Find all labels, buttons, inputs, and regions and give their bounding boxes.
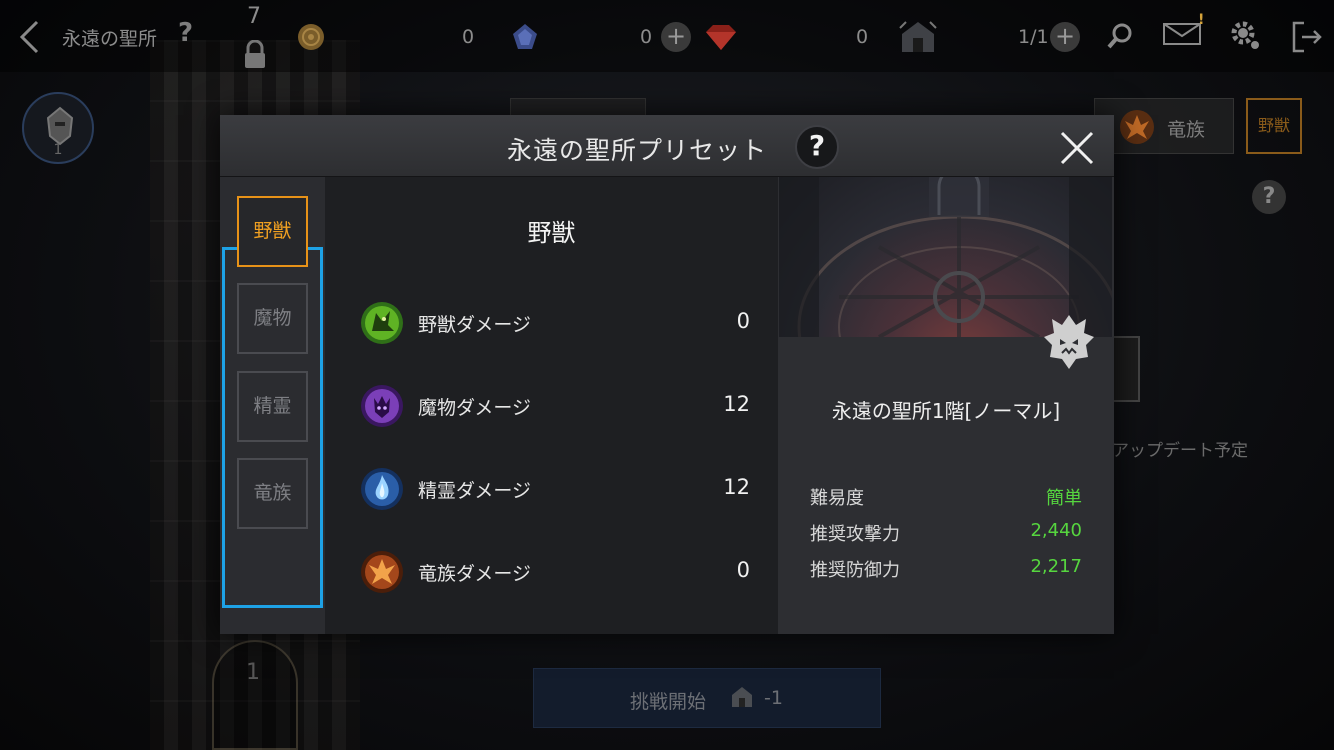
stat-name: 竜族ダメージ [418, 563, 532, 585]
bg-beast-button[interactable]: 野獣 [1246, 98, 1302, 154]
bg-tab-dragon-label: 竜族 [1167, 119, 1206, 141]
tab-spirit[interactable]: 精霊 [237, 371, 308, 442]
start-challenge-button[interactable]: 挑戦開始 -1 [533, 668, 881, 728]
tab-beast[interactable]: 野獣 [237, 196, 308, 267]
gold-value: 0 [462, 26, 475, 48]
info-value: 簡単 [1046, 488, 1082, 509]
modal-header: 永遠の聖所プリセット ? [220, 115, 1114, 177]
stat-row: 野獣ダメージ 0 [360, 299, 750, 347]
page-title: 永遠の聖所 [62, 28, 158, 50]
tower-floor-arch [212, 640, 298, 750]
sanctuary-ticket-icon [899, 21, 937, 52]
sanctuary-ticket-icon [732, 687, 752, 707]
screen: 1 1 竜族 野獣 ? アップデート予定 挑戦開始 -1 永遠の聖所 ? 7 0… [0, 0, 1334, 750]
red-gem-icon [706, 25, 736, 50]
damage-panel: 野獣 野獣ダメージ 0 魔物ダメージ 12 精霊ダメージ 12 竜族ダメージ 0 [325, 177, 778, 634]
preset-modal: 永遠の聖所プリセット ? 野獣 魔物 精霊 竜族 野獣 野獣ダメージ 0 魔物ダ… [220, 115, 1114, 634]
exit-icon[interactable] [1290, 20, 1324, 54]
modal-help-button[interactable]: ? [795, 125, 839, 169]
stat-value: 0 [736, 558, 750, 582]
stat-row: 精霊ダメージ 12 [360, 465, 750, 513]
modal-title: 永遠の聖所プリセット [506, 136, 767, 165]
info-value: 2,440 [1030, 520, 1082, 541]
spirit-icon [361, 468, 403, 510]
red-gem-value: 0 [856, 26, 869, 48]
avatar-level: 1 [53, 142, 63, 158]
stage-info-row: 推奨攻撃力 2,440 [810, 520, 1082, 548]
stat-row: 魔物ダメージ 12 [360, 382, 750, 430]
search-icon[interactable] [1106, 22, 1134, 50]
title-help-icon[interactable]: ? [178, 18, 193, 48]
stat-value: 12 [723, 475, 750, 499]
start-cost: -1 [764, 687, 783, 709]
dragon-icon [1120, 110, 1154, 144]
stat-name: 精霊ダメージ [418, 480, 532, 502]
monster-icon [361, 385, 403, 427]
info-label: 推奨攻撃力 [810, 524, 900, 545]
mail-icon[interactable]: ! [1162, 12, 1206, 46]
add-blue-gem-button[interactable]: + [661, 22, 691, 52]
add-ticket-button[interactable]: + [1050, 22, 1080, 52]
info-value: 2,217 [1030, 556, 1082, 577]
stat-value: 0 [736, 309, 750, 333]
boss-crest-icon [1044, 315, 1094, 369]
tower-floor-number: 1 [246, 660, 260, 685]
stage-panel: 永遠の聖所1階[ノーマル] 難易度 簡単 推奨攻撃力 2,440 推奨防御力 2… [778, 177, 1114, 634]
back-arrow-icon[interactable] [18, 20, 40, 54]
top-bar: 永遠の聖所 ? 7 0 0 + 0 1/1 + ! [0, 0, 1334, 72]
lock-icon [245, 40, 265, 68]
stage-info-row: 推奨防御力 2,217 [810, 556, 1082, 584]
gear-icon[interactable] [1228, 18, 1262, 52]
bg-help-icon[interactable]: ? [1252, 180, 1286, 214]
stage-info-row: 難易度 簡単 [810, 484, 1082, 512]
tab-monster[interactable]: 魔物 [237, 283, 308, 354]
stage-title: 永遠の聖所1階[ノーマル] [831, 399, 1061, 423]
close-icon[interactable] [1058, 129, 1096, 167]
bg-tab-dragon[interactable]: 竜族 [1094, 98, 1234, 154]
blue-gem-icon [513, 24, 537, 49]
tab-column: 野獣 魔物 精霊 竜族 [220, 177, 325, 634]
blue-gem-value: 0 [640, 26, 653, 48]
svg-text:!: ! [1198, 12, 1204, 28]
section-title: 野獣 [527, 219, 576, 247]
avatar[interactable]: 1 [22, 92, 94, 164]
gold-coin-icon [298, 24, 324, 50]
stat-name: 野獣ダメージ [418, 314, 532, 336]
tab-dragon[interactable]: 竜族 [237, 458, 308, 529]
stat-value: 12 [723, 392, 750, 416]
beast-icon [361, 302, 403, 344]
stat-row: 竜族ダメージ 0 [360, 548, 750, 596]
info-label: 推奨防御力 [810, 560, 900, 581]
lock-count: 7 [247, 4, 261, 29]
ticket-value: 1/1 [1018, 26, 1049, 48]
stat-name: 魔物ダメージ [418, 397, 532, 419]
info-label: 難易度 [810, 488, 864, 509]
update-notice: アップデート予定 [1112, 441, 1248, 461]
start-button-label: 挑戦開始 [630, 691, 707, 713]
dragon-icon [361, 551, 403, 593]
